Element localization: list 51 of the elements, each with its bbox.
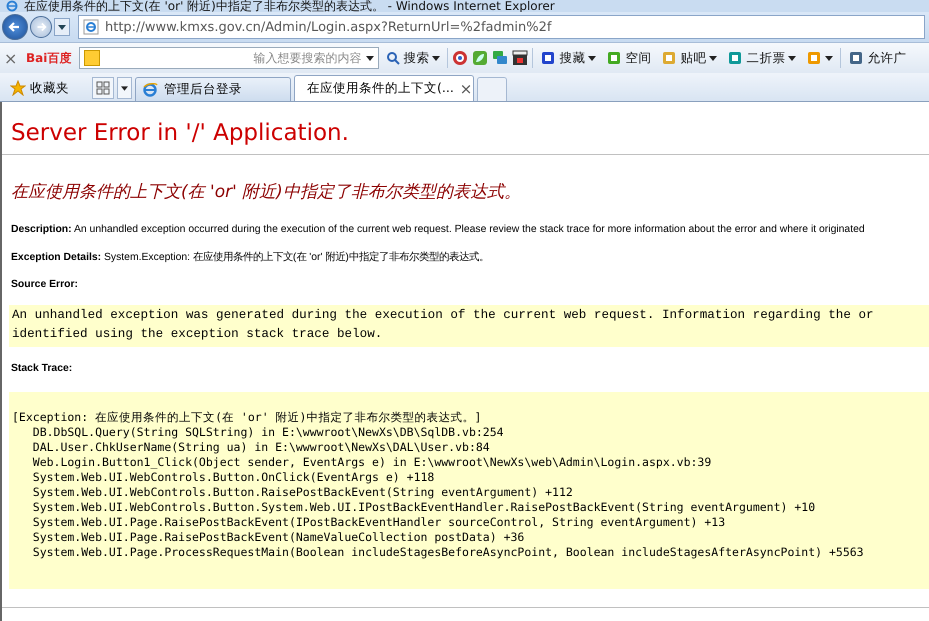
- quick-tabs-button[interactable]: [92, 77, 114, 99]
- toolbar-button[interactable]: 贴吧: [658, 50, 720, 66]
- browser-tab[interactable]: 管理后台登录: [135, 77, 291, 101]
- app-icon: [848, 50, 864, 66]
- search-field[interactable]: 输入想要搜索的内容: [79, 47, 380, 69]
- toolbar-button[interactable]: 搜藏: [537, 50, 600, 66]
- app-icon: [806, 50, 822, 66]
- app-icon: [606, 50, 622, 66]
- caret-icon: [788, 56, 796, 60]
- error-heading: Server Error in '/' Application.: [11, 120, 350, 146]
- search-button[interactable]: 搜索: [383, 50, 444, 66]
- caret-icon: [58, 24, 66, 30]
- toolbar-button[interactable]: 允许广: [845, 50, 910, 66]
- caret-icon: [432, 56, 440, 60]
- section-label: Stack Trace:: [11, 363, 72, 374]
- star-icon: [10, 80, 26, 96]
- page-icon: [83, 19, 99, 35]
- close-tab-icon[interactable]: ×: [460, 80, 472, 98]
- caret-icon: [825, 56, 834, 60]
- app-icon: [727, 50, 744, 66]
- toolbar-button[interactable]: 空间: [603, 50, 654, 66]
- code-block: An unhandled exception was generated during the execution of the current web request. Information regarding the or identified using the exception stack trace below.: [9, 305, 929, 347]
- close-icon[interactable]: ×: [4, 48, 18, 68]
- toolbar-button[interactable]: 二折票: [724, 50, 800, 66]
- error-detail: Description: An unhandled exception occurred during the execution of the current web request. Please review the stack trace for more information about the error and where it originated: [11, 224, 866, 235]
- section-label: Source Error:: [11, 279, 78, 290]
- clapper-icon[interactable]: [512, 50, 528, 66]
- square-icon: [84, 50, 100, 66]
- grid-icon: [96, 81, 110, 95]
- favorites-button[interactable]: 收藏夹: [4, 75, 75, 101]
- error-message: 在应使用条件的上下文(在 'or' 附近)中指定了非布尔类型的表达式。: [11, 181, 522, 203]
- browser-tab[interactable]: 在应使用条件的上下文(... ×: [294, 75, 474, 101]
- forward-button[interactable]: [30, 16, 52, 38]
- code-block: [Exception: 在应使用条件的上下文(在 'or' 附近)中指定了非布尔类型的表达式。] DB.DbSQL.Query(String SQLString) in E:\wwwroot\NewXs\DB\SqlDB.vb:254 DAL.User.ChkUserName(String ua) in E:\wwwroot\NewXs\DAL\User.vb:84 Web.Login.Button1_Click(Object sender, EventArgs e) in E:\wwwroot\NewXs\web\Admin\Login.aspx.vb:39 System.Web.UI.WebControls.Button.OnClick(EventArgs e) +118 System.Web.UI.WebControls.Button.RaisePostBackEvent(String eventArgument) +112 System.Web.UI.WebControls.Button.System.Web.UI.IPostBackEventHandler.RaisePostBackEvent(String eventArgument) +10 System.Web.UI.Page.RaisePostBackEvent(IPostBackEventHandler sourceControl, String eventArgument) +13 System.Web.UI.Page.RaisePostBackEvent(NameValueCollection postData) +36 System.Web.UI.Page.ProcessRequestMain(Boolean includeStagesBeforeAsyncPoint, Boolean includeStagesAfterAsyncPoint) +5563: [9, 392, 929, 589]
- app-icon: [540, 50, 556, 66]
- browser-logo-icon: [142, 82, 158, 98]
- error-detail: Exception Details: System.Exception: 在应使用条件的上下文(在 'or' 附近)中指定了非布尔类型的表达式。: [11, 250, 490, 264]
- music-icon[interactable]: [452, 50, 468, 66]
- search-icon: [386, 51, 400, 65]
- caret-icon: [366, 56, 374, 60]
- leaf-icon[interactable]: [472, 50, 488, 66]
- tab-list-button[interactable]: [117, 77, 132, 99]
- app-icon: [661, 50, 678, 66]
- browser-logo-icon: [6, 0, 18, 12]
- address-field[interactable]: http://www.kmxs.gov.cn/Admin/Login.aspx?ReturnUrl=%2fadmin%2f: [78, 15, 925, 39]
- caret-icon: [588, 56, 596, 60]
- caret-icon: [121, 86, 128, 90]
- baidu-logo: Bai百度: [26, 50, 72, 66]
- history-dropdown[interactable]: [54, 18, 70, 36]
- back-button[interactable]: [2, 14, 28, 40]
- caret-icon: [709, 56, 718, 60]
